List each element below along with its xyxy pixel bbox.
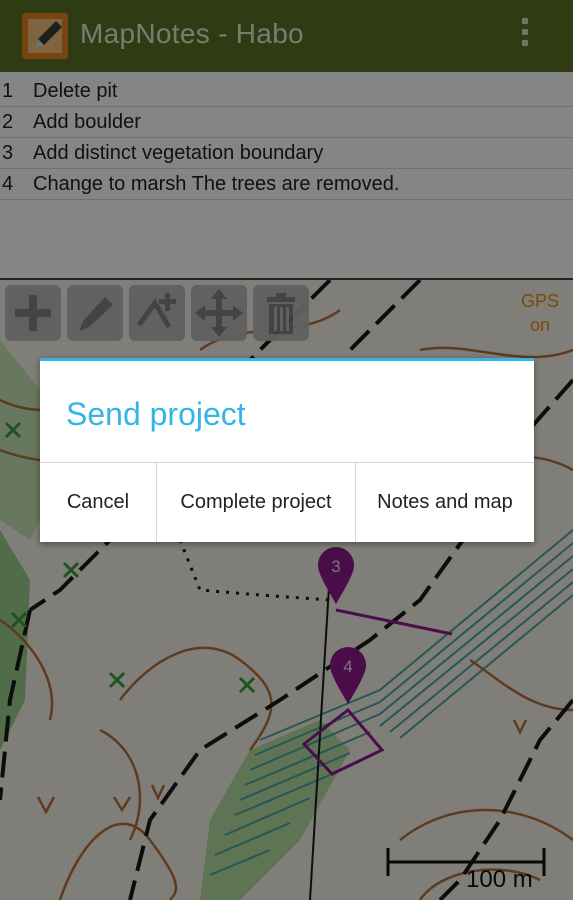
dialog-title: Send project (66, 396, 246, 432)
notes-and-map-button[interactable]: Notes and map (356, 463, 534, 542)
complete-project-button[interactable]: Complete project (157, 463, 355, 542)
cancel-button[interactable]: Cancel (40, 463, 156, 542)
dialog-accent (40, 358, 534, 361)
send-project-dialog: Send project Cancel Complete project Not… (40, 358, 534, 542)
